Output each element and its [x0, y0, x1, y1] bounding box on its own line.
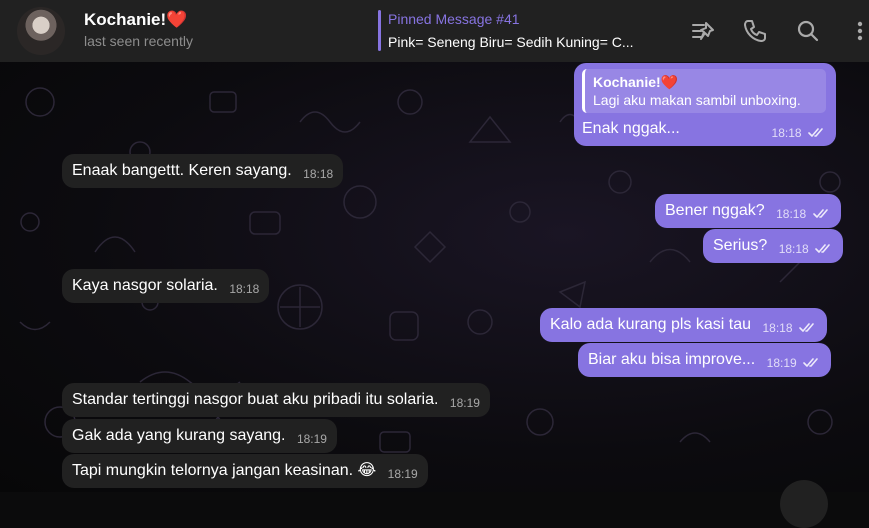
double-check-icon	[808, 124, 826, 137]
avatar[interactable]	[17, 7, 65, 55]
message-time: 18:18	[229, 282, 260, 296]
message-bubble-incoming[interactable]: Kaya nasgor solaria. 18:18	[62, 269, 270, 303]
chat-header: Kochanie!❤️ last seen recently Pinned Me…	[0, 0, 869, 62]
message-time: 18:18	[303, 167, 334, 181]
double-check-icon	[812, 205, 831, 218]
double-check-icon	[815, 240, 833, 253]
message-text: Serius?	[713, 237, 768, 254]
message-text: Standar tertinggi nasgor buat aku pribad…	[72, 391, 439, 408]
message-text: Kalo ada kurang pls kasi tau	[550, 316, 752, 333]
message-bubble-outgoing[interactable]: Kochanie!❤️ Lagi aku makan sambil unboxi…	[574, 63, 836, 146]
message-bubble-outgoing[interactable]: Kalo ada kurang pls kasi tau 18:18	[540, 308, 827, 342]
double-check-icon	[799, 319, 817, 332]
message-bubble-outgoing[interactable]: Serius? 18:18	[703, 229, 844, 263]
search-icon[interactable]	[794, 17, 822, 45]
pin-list-icon[interactable]	[689, 17, 717, 45]
pinned-indicator	[378, 10, 381, 51]
message-bubble-incoming[interactable]: Tapi mungkin telornya jangan keasinan. 😂…	[62, 454, 428, 488]
message-time: 18:18	[762, 321, 793, 335]
last-seen-status: last seen recently	[84, 33, 193, 49]
chat-title[interactable]: Kochanie!❤️	[84, 10, 187, 30]
message-text: Bener nggak?	[665, 202, 765, 219]
message-text: Biar aku bisa improve...	[588, 351, 756, 368]
message-text: Gak ada yang kurang sayang.	[72, 427, 286, 444]
message-bubble-outgoing[interactable]: Bener nggak? 18:18	[655, 194, 841, 228]
reply-author: Kochanie!❤️	[593, 74, 679, 90]
message-text: Enak nggak...	[582, 120, 680, 137]
message-bubble-incoming[interactable]: Enaak bangettt. Keren sayang. 18:18	[62, 154, 344, 188]
reply-quote[interactable]: Kochanie!❤️ Lagi aku makan sambil unboxi…	[582, 69, 826, 113]
double-check-icon	[803, 354, 821, 367]
message-bubble-incoming[interactable]: Gak ada yang kurang sayang. 18:19	[62, 419, 337, 453]
message-time: 18:19	[296, 432, 327, 446]
scroll-down-button[interactable]	[780, 480, 828, 528]
message-bubble-incoming[interactable]: Standar tertinggi nasgor buat aku pribad…	[62, 383, 490, 417]
message-time: 18:19	[766, 356, 797, 370]
phone-icon[interactable]	[741, 17, 769, 45]
message-time: 18:18	[776, 207, 807, 221]
pinned-text: Pink= Seneng Biru= Sedih Kuning= C...	[388, 34, 634, 50]
message-time: 18:19	[449, 396, 480, 410]
message-text: Enaak bangettt. Keren sayang.	[72, 162, 292, 179]
message-bubble-outgoing[interactable]: Biar aku bisa improve... 18:19	[578, 343, 832, 377]
pinned-title: Pinned Message #41	[388, 11, 520, 27]
message-time: 18:18	[778, 242, 809, 256]
message-time: 18:18	[771, 126, 802, 140]
reply-text: Lagi aku makan sambil unboxing.	[593, 92, 801, 108]
more-vertical-icon[interactable]	[846, 17, 869, 45]
message-text: Tapi mungkin telornya jangan keasinan. 😂	[72, 462, 377, 479]
message-time: 18:19	[387, 467, 418, 481]
message-text: Kaya nasgor solaria.	[72, 277, 218, 294]
